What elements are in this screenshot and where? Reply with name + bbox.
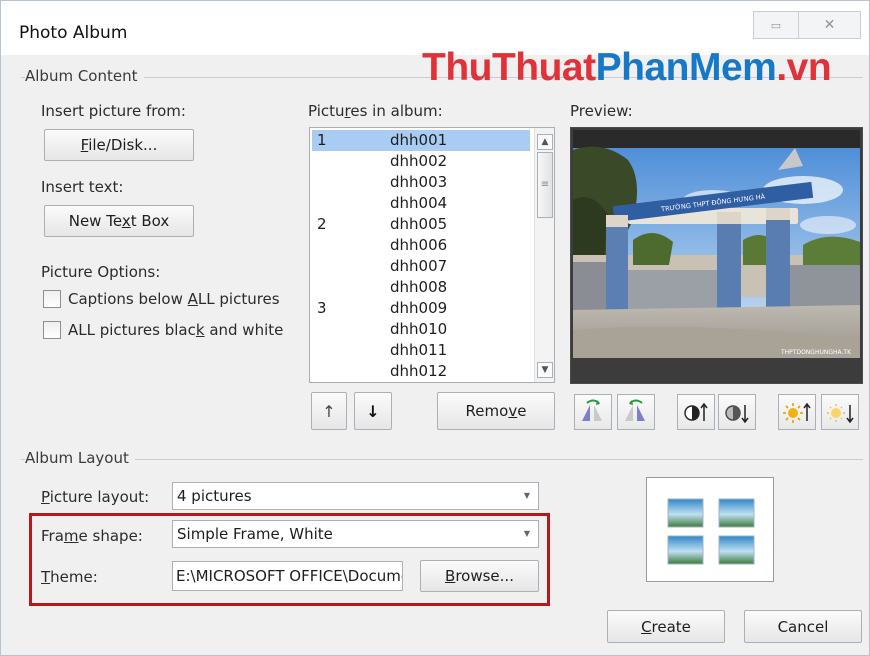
black-white-label[interactable]: ALL pictures black and white: [68, 321, 283, 339]
list-item-name: dhh011: [390, 341, 448, 359]
frame-shape-label: Frame shape:: [41, 527, 143, 545]
listbox-scrollbar[interactable]: ▲ ≡ ▼: [534, 128, 554, 382]
photo-album-dialog: Photo Album ▭ ✕ Album Content ThuThuatPh…: [0, 0, 870, 656]
rotate-right-icon: [625, 399, 645, 421]
list-item[interactable]: dhh011: [312, 340, 530, 361]
list-item-name: dhh009: [390, 299, 448, 317]
list-item[interactable]: dhh002: [312, 151, 530, 172]
black-white-checkbox[interactable]: [43, 321, 61, 339]
layout-preview: [646, 477, 774, 582]
list-item-name: dhh012: [390, 362, 448, 380]
scroll-up-icon: ▲: [541, 137, 549, 147]
minimize-button[interactable]: ▭: [753, 11, 799, 39]
close-icon: ✕: [823, 17, 836, 33]
insert-picture-label: Insert picture from:: [41, 102, 186, 120]
picture-layout-dropdown[interactable]: 4 pictures ▼: [172, 482, 539, 510]
more-brightness-icon: [783, 402, 811, 423]
album-layout-group-title: Album Layout: [25, 449, 135, 467]
album-content-group-title: Album Content: [25, 67, 144, 85]
browse-button[interactable]: Browse...: [420, 560, 539, 592]
more-brightness-button[interactable]: [778, 394, 816, 430]
less-brightness-icon: [827, 404, 854, 424]
scroll-up-button[interactable]: ▲: [537, 134, 553, 150]
theme-path-input[interactable]: E:\MICROSOFT OFFICE\Document Themes 12\: [172, 561, 403, 591]
list-item-number: 3: [317, 299, 327, 317]
photo-caption: THPTDONGHUNGHA.TK: [780, 349, 852, 356]
scroll-thumb[interactable]: ≡: [537, 152, 553, 218]
scroll-down-icon: ▼: [541, 365, 549, 375]
list-item-name: dhh004: [390, 194, 448, 212]
list-item-name: dhh005: [390, 215, 448, 233]
list-item[interactable]: dhh007: [312, 256, 530, 277]
pictures-in-album-label: Pictures in album:: [308, 102, 443, 120]
preview-label: Preview:: [570, 102, 633, 120]
rotate-right-button[interactable]: [617, 394, 655, 430]
grip-icon: ≡: [540, 179, 550, 190]
theme-label: Theme:: [41, 568, 98, 586]
chevron-down-icon: ▼: [523, 529, 530, 538]
less-contrast-icon: [725, 405, 749, 424]
chevron-down-icon: ▼: [523, 491, 530, 500]
more-contrast-icon: [684, 402, 708, 421]
list-item-number: 1: [317, 131, 327, 149]
list-item-name: dhh001: [390, 131, 448, 149]
list-item[interactable]: dhh004: [312, 193, 530, 214]
close-button[interactable]: ✕: [798, 11, 861, 39]
minimize-icon: ▭: [770, 19, 782, 32]
list-item[interactable]: dhh006: [312, 235, 530, 256]
list-item[interactable]: 3 dhh009: [312, 298, 530, 319]
list-item-name: dhh008: [390, 278, 448, 296]
album-layout-divider: [21, 459, 863, 460]
move-up-button[interactable]: ↑: [311, 392, 347, 430]
list-item-name: dhh010: [390, 320, 448, 338]
frame-shape-dropdown[interactable]: Simple Frame, White ▼: [172, 520, 539, 548]
less-brightness-button[interactable]: [821, 394, 859, 430]
new-text-box-button[interactable]: New Text Box: [44, 205, 194, 237]
list-item[interactable]: dhh012: [312, 361, 530, 382]
list-item[interactable]: dhh003: [312, 172, 530, 193]
scroll-down-button[interactable]: ▼: [537, 362, 553, 378]
file-disk-button[interactable]: File/Disk...: [44, 129, 194, 161]
cancel-button[interactable]: Cancel: [744, 610, 862, 643]
rotate-left-icon: [582, 399, 602, 421]
remove-button[interactable]: Remove: [437, 392, 555, 430]
list-item-name: dhh007: [390, 257, 448, 275]
school-gate-photo: TRƯỜNG THPT ĐÔNG HƯNG HÀ THPTDONGHUNGHA.…: [573, 130, 860, 381]
list-item-number: 2: [317, 215, 327, 233]
watermark-logo: ThuThuatPhanMem.vn: [422, 46, 832, 89]
arrow-down-icon: ↓: [366, 401, 380, 421]
create-button[interactable]: Create: [607, 610, 725, 643]
picture-layout-label: Picture layout:: [41, 488, 150, 506]
insert-text-label: Insert text:: [41, 178, 124, 196]
list-item[interactable]: dhh010: [312, 319, 530, 340]
list-item-name: dhh003: [390, 173, 448, 191]
preview-image: TRƯỜNG THPT ĐÔNG HƯNG HÀ THPTDONGHUNGHA.…: [570, 127, 863, 384]
list-item[interactable]: dhh008: [312, 277, 530, 298]
move-down-button[interactable]: ↓: [354, 392, 392, 430]
more-contrast-button[interactable]: [677, 394, 715, 430]
list-item[interactable]: 1 dhh001: [312, 130, 530, 151]
arrow-up-icon: ↑: [322, 401, 336, 421]
four-picture-layout-icon: [667, 498, 755, 565]
picture-options-label: Picture Options:: [41, 263, 161, 281]
list-item-name: dhh006: [390, 236, 448, 254]
list-item-name: dhh002: [390, 152, 448, 170]
list-item[interactable]: 2 dhh005: [312, 214, 530, 235]
dialog-title: Photo Album: [19, 23, 128, 43]
captions-checkbox[interactable]: [43, 290, 61, 308]
captions-label[interactable]: Captions below ALL pictures: [68, 290, 280, 308]
rotate-left-button[interactable]: [574, 394, 612, 430]
less-contrast-button[interactable]: [718, 394, 756, 430]
pictures-listbox[interactable]: 1 dhh001 dhh002 dhh003 dhh004 2 dhh005 dhh006 dh…: [309, 127, 555, 383]
